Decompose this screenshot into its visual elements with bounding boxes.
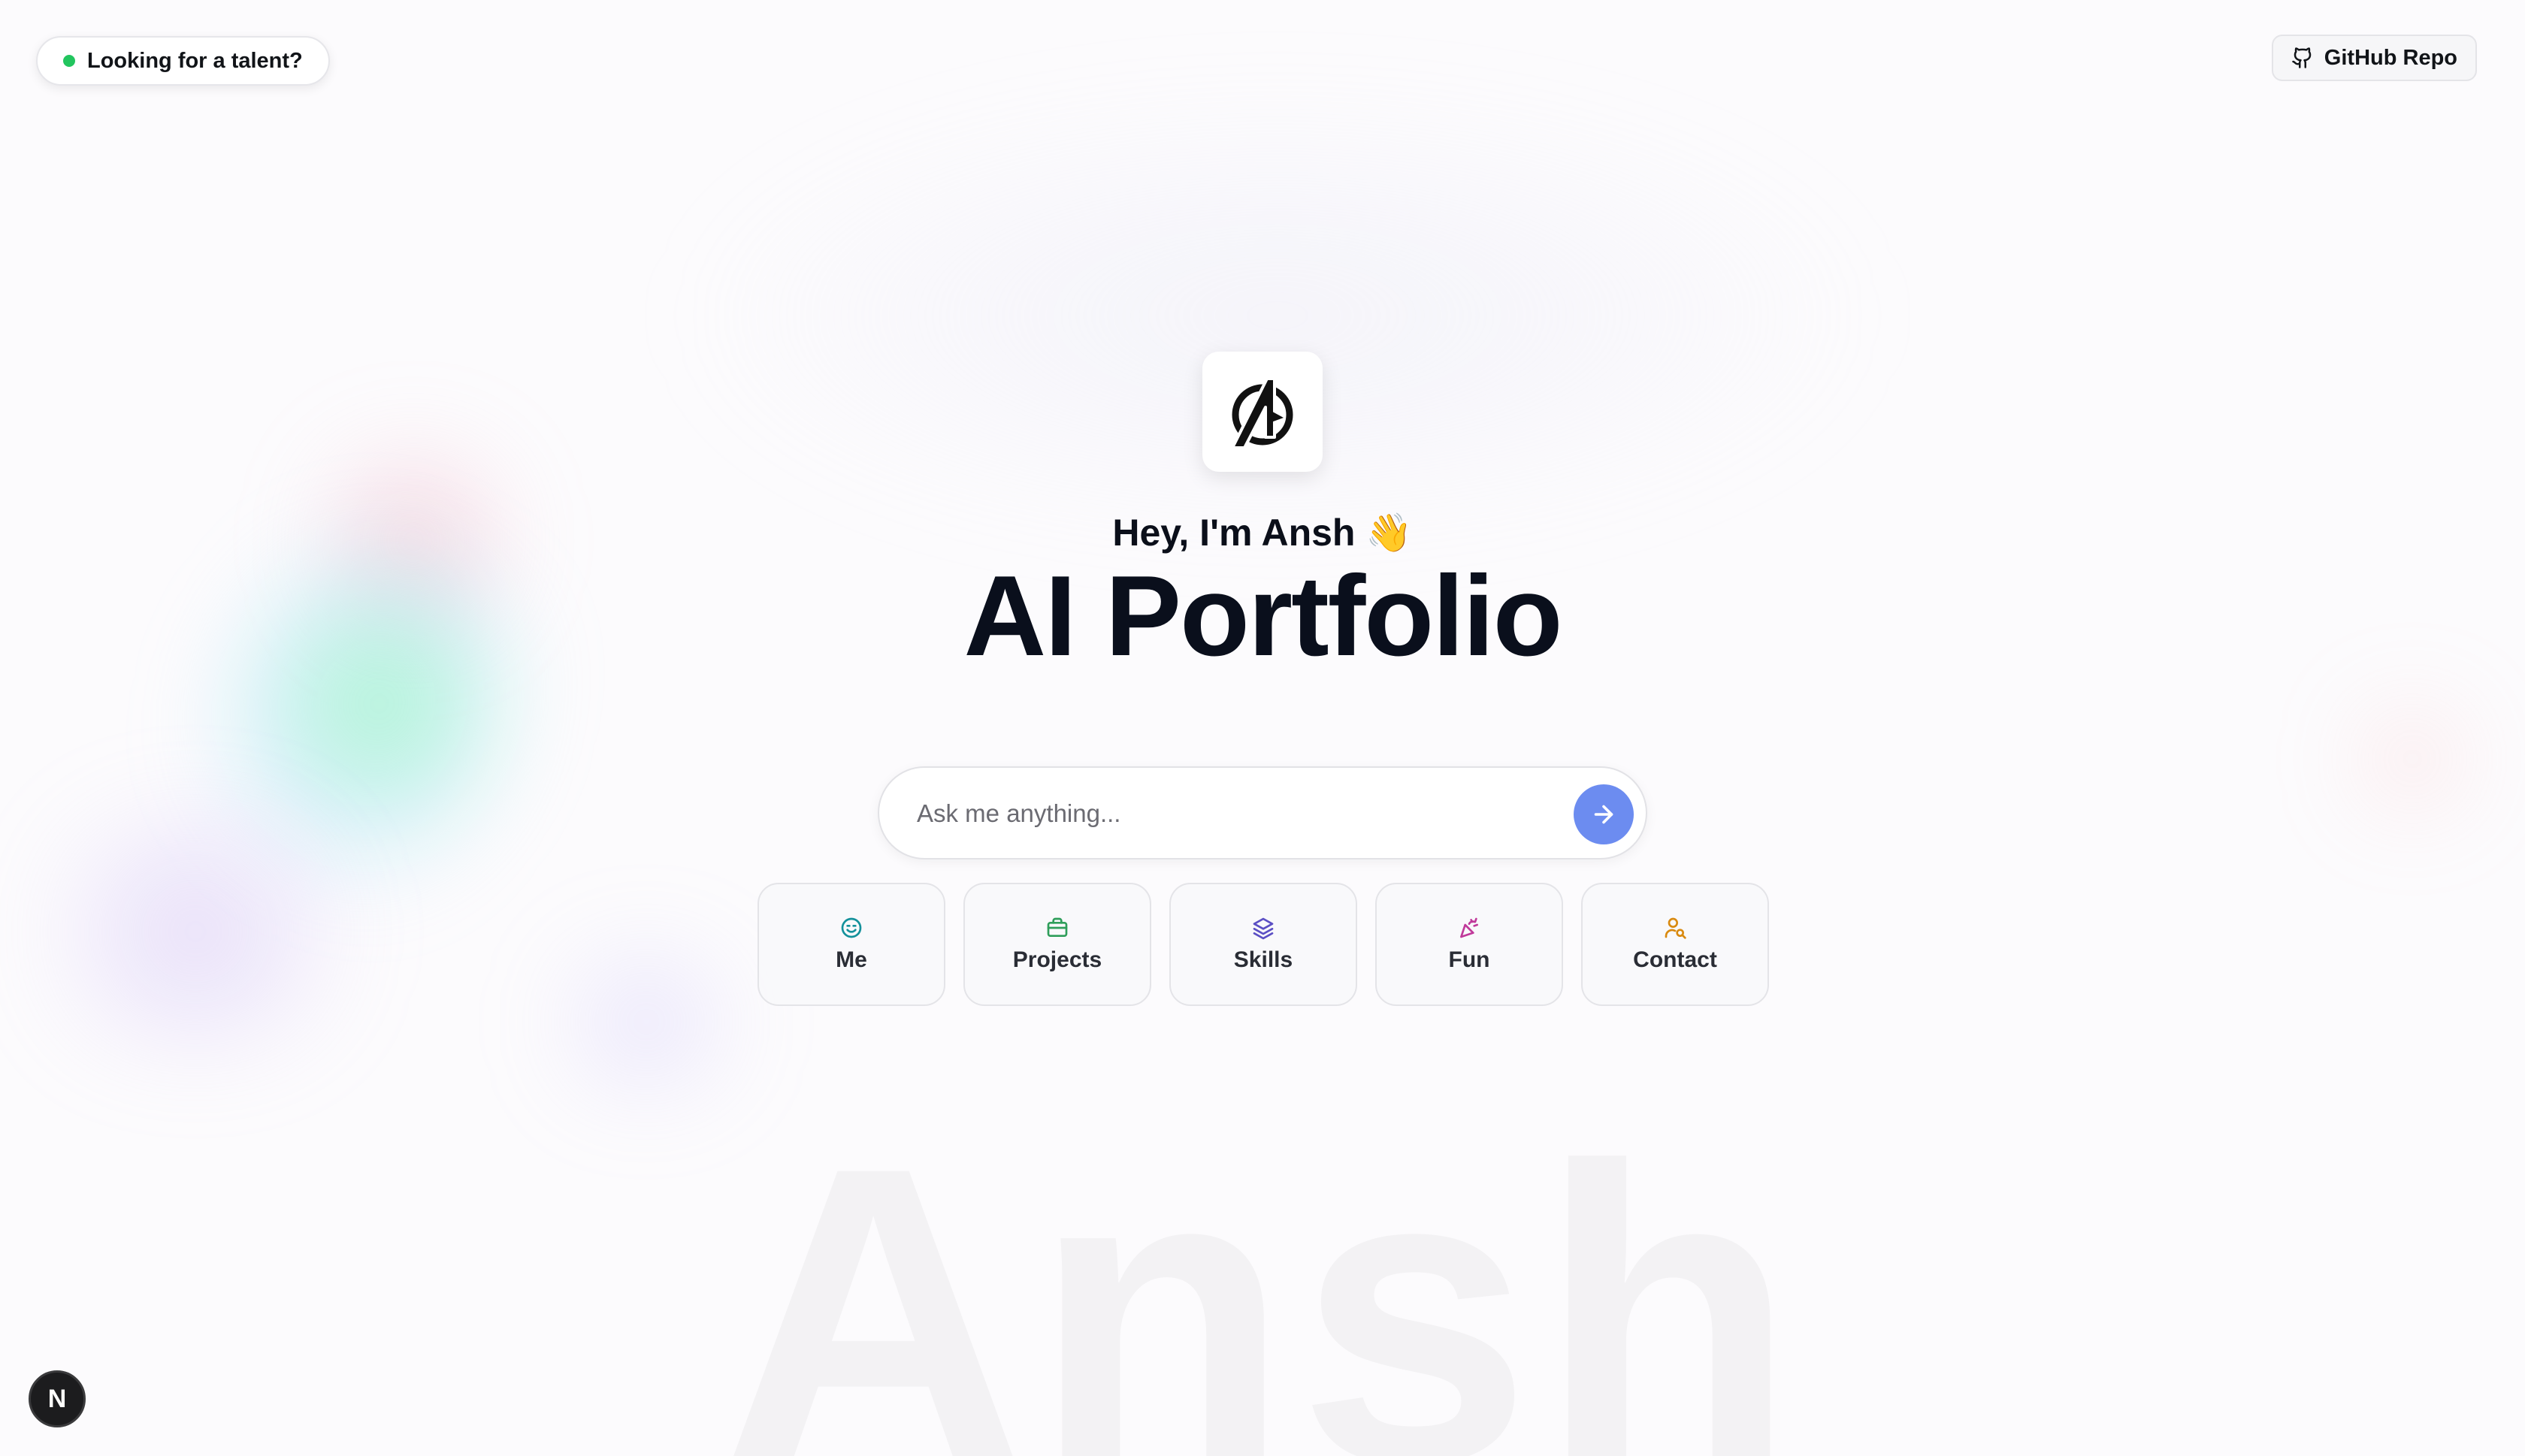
github-repo-label: GitHub Repo (2324, 45, 2457, 70)
send-button[interactable] (1574, 784, 1634, 844)
party-popper-icon (1457, 916, 1481, 940)
quick-action-label: Fun (1448, 947, 1490, 972)
chat-input[interactable] (915, 790, 1535, 837)
github-icon (2291, 47, 2314, 69)
user-search-icon (1663, 916, 1687, 940)
background-glow (676, 90, 1879, 541)
quick-action-fun[interactable]: Fun (1375, 883, 1563, 1006)
layers-icon (1251, 916, 1275, 940)
quick-action-projects[interactable]: Projects (963, 883, 1151, 1006)
background-swirl-red (2345, 691, 2480, 826)
quick-action-label: Me (836, 947, 867, 972)
arrow-right-icon (1594, 805, 1613, 824)
briefcase-icon (1045, 916, 1069, 940)
smile-icon (839, 916, 863, 940)
quick-action-contact[interactable]: Contact (1581, 883, 1769, 1006)
background-swirl-purple-2 (526, 947, 767, 1097)
avengers-logo-icon (1231, 377, 1293, 449)
talent-label: Looking for a talent? (87, 48, 303, 73)
page: Ansh Looking for a talent? GitHub Repo H… (0, 0, 2525, 1456)
quick-action-me[interactable]: Me (758, 883, 945, 1006)
quick-actions: Me Projects Skills Fun Contact (758, 883, 1769, 1006)
n-letter: N (47, 1384, 67, 1413)
talent-button[interactable]: Looking for a talent? (36, 36, 330, 86)
quick-action-label: Contact (1633, 947, 1717, 972)
quick-action-label: Skills (1233, 947, 1293, 972)
name-watermark: Ansh (0, 1104, 2525, 1456)
github-repo-button[interactable]: GitHub Repo (2271, 35, 2477, 81)
avengers-logo (1202, 352, 1323, 472)
background-swirl-purple (0, 811, 391, 1052)
page-title: AI Portfolio (963, 552, 1562, 680)
quick-action-skills[interactable]: Skills (1169, 883, 1357, 1006)
chat-input-box (878, 766, 1647, 859)
status-dot-icon (63, 55, 75, 67)
quick-action-label: Projects (1012, 947, 1102, 972)
nextjs-dev-badge[interactable]: N (29, 1370, 86, 1427)
